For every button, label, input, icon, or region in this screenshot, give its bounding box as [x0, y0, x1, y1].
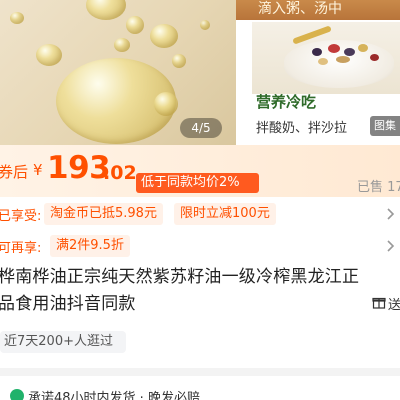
gallery-album-tab[interactable]: 图集: [370, 116, 400, 136]
cold-use-subtitle: 拌酸奶、拌沙拉: [256, 121, 348, 136]
recent-visitors-chip: 近7天200+人逛过: [0, 331, 126, 353]
section-divider: [0, 368, 400, 376]
product-image-gallery[interactable]: 4/5 滴入粥、汤中 营养冷吃 拌酸奶、拌沙拉 图集: [0, 0, 400, 145]
shipping-promise-icon: [10, 389, 24, 400]
sold-count: 已售 17: [357, 180, 400, 195]
price-currency: ¥: [33, 161, 43, 179]
product-title-line-2: 品食用油抖音同款: [0, 294, 136, 314]
taobao-coin-discount: 淘金币已抵5.98元: [44, 203, 163, 225]
gallery-page-counter: 4/5: [180, 118, 222, 138]
gift-icon: [372, 297, 386, 309]
enjoyed-label: 已享受:: [0, 209, 42, 224]
more-benefits-row[interactable]: 可再享: 满2件9.5折: [0, 231, 400, 261]
price-after-coupon-label: 券后: [0, 163, 29, 181]
shipping-promise-row[interactable]: 承诺48小时内发货 · 晚发必赔: [0, 384, 400, 400]
product-title: 桦南桦油正宗纯天然紫苏籽油一级冷榨黑龙江正 品食用油抖音同款: [0, 264, 370, 318]
price-decimal: .02: [103, 162, 137, 184]
gift-button[interactable]: 送礼: [372, 292, 400, 318]
yogurt-bowl-image: [252, 22, 400, 94]
price-comparison-badge: 低于同款均价2%: [136, 173, 259, 193]
chevron-right-icon: [387, 240, 395, 252]
chevron-right-icon: [387, 208, 395, 220]
porridge-caption: 滴入粥、汤中: [258, 1, 342, 17]
price-integer: 193: [47, 150, 111, 186]
porridge-usage-thumbnail[interactable]: 滴入粥、汤中: [236, 0, 400, 20]
more-benefits-label: 可再享:: [0, 241, 42, 256]
shipping-promise-text: 承诺48小时内发货 · 晚发必赔: [28, 391, 200, 400]
gift-label: 送礼: [388, 298, 400, 313]
instant-discount: 限时立减100元: [174, 203, 276, 225]
product-title-line-1: 桦南桦油正宗纯天然紫苏籽油一级冷榨黑龙江正: [0, 267, 360, 287]
gallery-side-thumbnails[interactable]: 滴入粥、汤中 营养冷吃 拌酸奶、拌沙拉 图集: [236, 0, 400, 145]
gallery-main-image-oil-bubbles[interactable]: 4/5: [0, 0, 236, 145]
enjoyed-benefits-row[interactable]: 已享受: 淘金币已抵5.98元 限时立减100元: [0, 199, 400, 229]
bundle-discount: 满2件9.5折: [50, 235, 130, 257]
cold-use-title: 营养冷吃: [256, 93, 317, 111]
